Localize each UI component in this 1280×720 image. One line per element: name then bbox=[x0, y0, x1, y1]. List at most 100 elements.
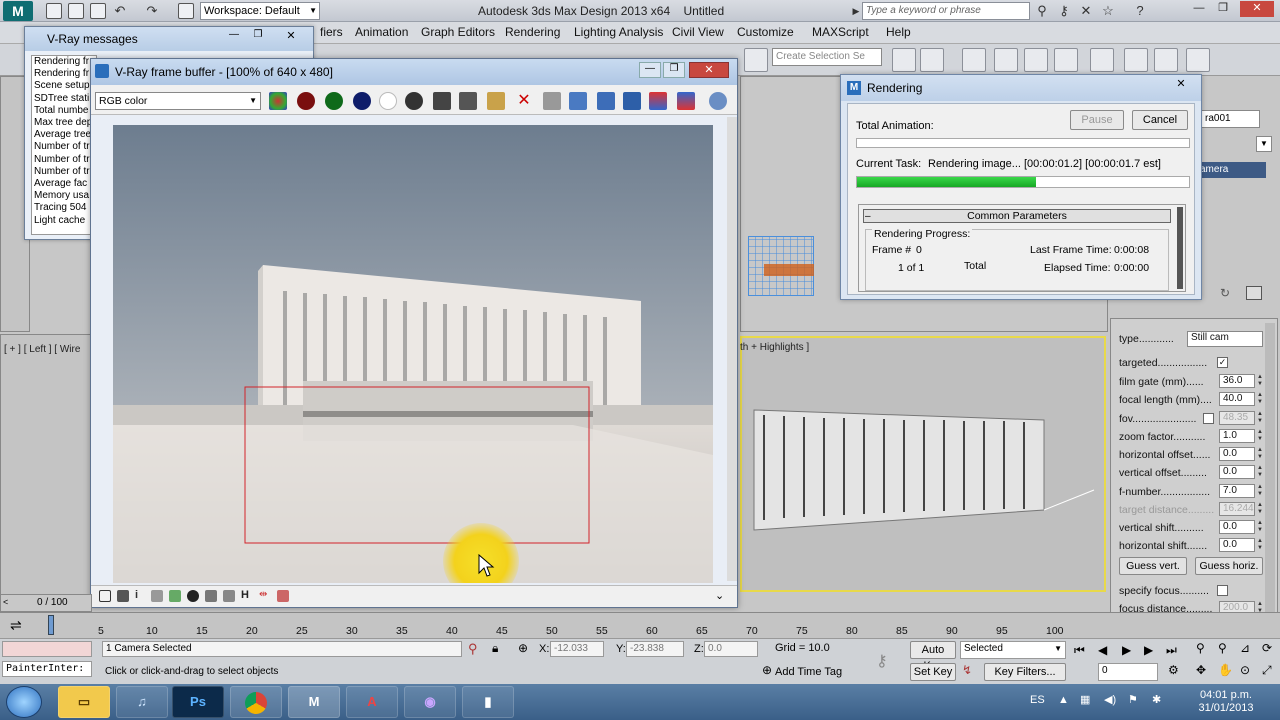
new-file-icon[interactable] bbox=[46, 3, 62, 19]
spinner-arrows-icon[interactable]: ▲ ▼ bbox=[1257, 538, 1265, 552]
hand-icon[interactable]: ✋ bbox=[1218, 663, 1233, 677]
viewport-left[interactable] bbox=[0, 334, 92, 610]
chevron-left-icon[interactable]: < bbox=[3, 597, 8, 607]
green-channel-icon[interactable] bbox=[325, 92, 343, 110]
fov-checkbox[interactable] bbox=[1203, 413, 1214, 424]
render-teapot-icon[interactable] bbox=[1186, 48, 1210, 72]
red-channel-icon[interactable] bbox=[297, 92, 315, 110]
workspace-dropdown[interactable]: Workspace: Default ▼ bbox=[200, 2, 320, 20]
network-icon[interactable]: ▦ bbox=[1080, 694, 1090, 707]
media-player-taskbar-icon[interactable]: ◉ bbox=[404, 686, 456, 718]
go-to-start-icon[interactable]: ⏮ bbox=[1074, 643, 1085, 658]
expand-down-icon[interactable]: ⌄ bbox=[715, 589, 729, 603]
timeline-track[interactable]: ⇌ 5 10 15 20 25 30 35 40 45 50 55 60 65 … bbox=[0, 612, 1280, 638]
key-icon[interactable]: ⚷ bbox=[876, 651, 888, 671]
render-preview[interactable] bbox=[113, 125, 713, 583]
binoculars-icon[interactable]: ⚲ bbox=[1034, 3, 1050, 19]
modify-panel-icon[interactable] bbox=[1246, 286, 1262, 300]
photoshop-taskbar-icon[interactable]: Ps bbox=[172, 686, 224, 718]
maximize-button[interactable]: ❐ bbox=[249, 29, 267, 43]
save-image-icon[interactable] bbox=[433, 92, 451, 110]
time-tag-icon[interactable]: ⊕ bbox=[762, 663, 772, 677]
minimize-button[interactable]: — bbox=[639, 62, 661, 78]
layer-icon[interactable] bbox=[962, 48, 986, 72]
spinner-arrows-icon[interactable]: ▲ ▼ bbox=[1257, 429, 1265, 443]
guess-horiz-button[interactable]: Guess horiz. bbox=[1195, 557, 1263, 575]
specify-focus-checkbox[interactable] bbox=[1217, 585, 1228, 596]
rendered-frame-window-icon[interactable] bbox=[1154, 48, 1178, 72]
app-logo[interactable]: M bbox=[3, 1, 33, 21]
blue-channel-icon[interactable] bbox=[353, 92, 371, 110]
spinner-arrows-icon[interactable]: ▲ ▼ bbox=[1257, 465, 1265, 479]
x-coordinate-field[interactable]: -12.033 bbox=[550, 641, 604, 657]
message-log[interactable]: Rendering fr Rendering fr Scene setup SD… bbox=[31, 55, 97, 235]
color-correction-icon[interactable] bbox=[117, 590, 129, 602]
save-all-icon[interactable] bbox=[459, 92, 477, 110]
go-to-end-icon[interactable]: ⏭ bbox=[1166, 643, 1177, 658]
zoom-icon[interactable]: ⚲ bbox=[1196, 641, 1205, 655]
menu-rendering[interactable]: Rendering bbox=[505, 25, 560, 39]
isolate-icon[interactable]: ⚲ bbox=[468, 641, 478, 657]
target-distance-input[interactable]: 16.244 bbox=[1219, 502, 1255, 516]
play-icon[interactable]: ▶ bbox=[1122, 643, 1131, 657]
close-button[interactable]: ✕ bbox=[281, 29, 301, 43]
spinner-arrows-icon[interactable]: ▲ ▼ bbox=[1257, 520, 1265, 534]
display-history-icon[interactable] bbox=[99, 590, 111, 602]
auto-key-button[interactable]: Auto Key bbox=[910, 641, 956, 672]
mirror-icon[interactable] bbox=[892, 48, 916, 72]
bluetooth-icon[interactable]: ✱ bbox=[1152, 694, 1161, 707]
pan-icon[interactable]: ✥ bbox=[1196, 663, 1206, 677]
spinner-arrows-icon[interactable]: ▲ ▼ bbox=[1257, 392, 1265, 406]
track-mouse-icon[interactable] bbox=[569, 92, 587, 110]
menu-customize[interactable]: Customize bbox=[737, 25, 794, 39]
load-image-icon[interactable] bbox=[487, 92, 505, 110]
itunes-taskbar-icon[interactable]: ♫ bbox=[116, 686, 168, 718]
align-icon[interactable] bbox=[920, 48, 944, 72]
explorer-taskbar-icon[interactable]: ▭ bbox=[58, 686, 110, 718]
minimize-button[interactable]: — bbox=[1188, 1, 1210, 17]
z-coordinate-field[interactable]: 0.0 bbox=[704, 641, 758, 657]
v-offset-input[interactable]: 0.0 bbox=[1219, 465, 1255, 479]
ab-compare-2-icon[interactable] bbox=[677, 92, 695, 110]
close-button[interactable]: ✕ bbox=[1169, 77, 1193, 93]
search-input[interactable]: Type a keyword or phrase bbox=[862, 2, 1030, 20]
close-button[interactable]: ✕ bbox=[689, 62, 729, 78]
fov-input[interactable]: 48.35 bbox=[1219, 411, 1255, 425]
cancel-button[interactable]: Cancel bbox=[1132, 110, 1188, 130]
levels-icon[interactable] bbox=[151, 590, 163, 602]
menu-graph-editors[interactable]: Graph Editors bbox=[421, 25, 495, 39]
restore-button[interactable]: ❐ bbox=[1212, 1, 1234, 17]
srgb-icon[interactable] bbox=[205, 590, 217, 602]
ab-compare-icon[interactable] bbox=[649, 92, 667, 110]
minimize-button[interactable]: — bbox=[225, 29, 243, 43]
time-configuration-icon[interactable]: ⚙ bbox=[1168, 663, 1179, 677]
key-filters-button[interactable]: Key Filters... bbox=[984, 663, 1066, 681]
subscription-icon[interactable]: ⚷ bbox=[1056, 3, 1072, 19]
time-slider-thumb[interactable] bbox=[48, 615, 54, 635]
key-mode-dropdown[interactable]: Selected ▼ bbox=[960, 641, 1066, 659]
language-indicator[interactable]: ES bbox=[1030, 694, 1045, 707]
menu-modifiers[interactable]: fiers bbox=[320, 25, 343, 39]
flag-icon[interactable]: ⚑ bbox=[1128, 694, 1138, 707]
menu-animation[interactable]: Animation bbox=[355, 25, 408, 39]
render-setup-icon[interactable] bbox=[1124, 48, 1148, 72]
lut-icon[interactable] bbox=[223, 590, 235, 602]
spinner-arrows-icon[interactable]: ▲ ▼ bbox=[1257, 411, 1265, 425]
selection-set-dropdown[interactable]: Create Selection Se bbox=[772, 48, 882, 66]
vray-messages-title[interactable]: V-Ray messages bbox=[25, 27, 313, 51]
close-button[interactable]: ✕ bbox=[1240, 1, 1274, 17]
graphite-icon[interactable] bbox=[994, 48, 1018, 72]
pixel-aspect-icon[interactable] bbox=[277, 590, 289, 602]
zoom-all-icon[interactable]: ⚲ bbox=[1218, 641, 1227, 655]
mini-curve-editor-icon[interactable]: ⇌ bbox=[10, 617, 28, 633]
maximize-button[interactable]: ❐ bbox=[663, 62, 685, 78]
current-frame-field[interactable]: 0 bbox=[1098, 663, 1158, 681]
project-folder-icon[interactable] bbox=[178, 3, 194, 19]
guess-vert-button[interactable]: Guess vert. bbox=[1119, 557, 1187, 575]
time-slider[interactable]: < 0 / 100 bbox=[0, 594, 92, 612]
select-region-icon[interactable] bbox=[744, 48, 768, 72]
h-shift-input[interactable]: 0.0 bbox=[1219, 538, 1255, 552]
undo-icon[interactable]: ↶ bbox=[112, 3, 128, 19]
viewport-perspective-label[interactable]: th + Highlights ] bbox=[740, 342, 809, 353]
y-coordinate-field[interactable]: -23.838 bbox=[626, 641, 684, 657]
